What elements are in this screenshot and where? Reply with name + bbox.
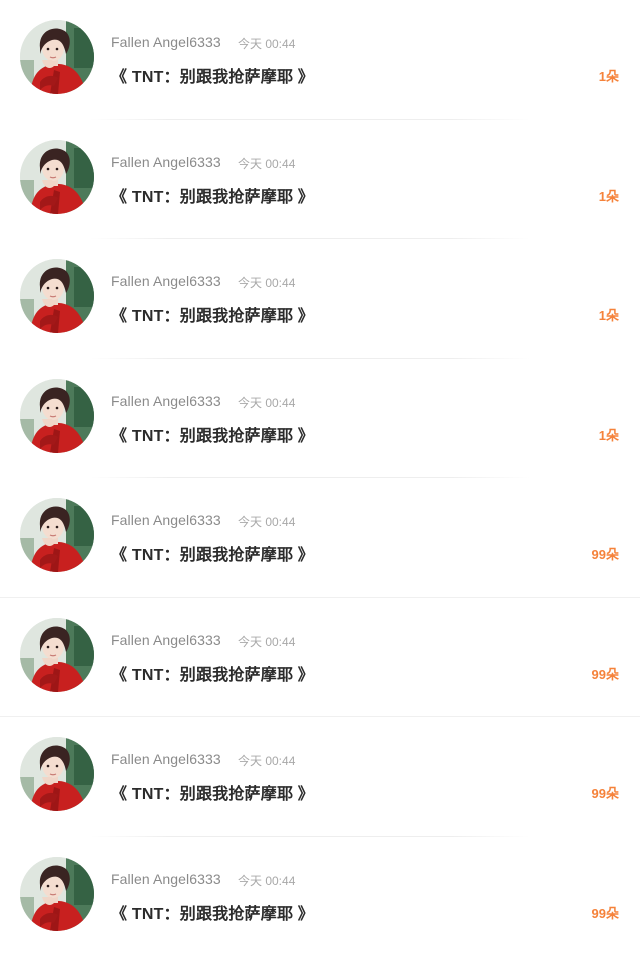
item-title[interactable]: 《 TNT：别跟我抢萨摩耶 》 — [111, 183, 314, 207]
user-avatar-icon[interactable] — [20, 20, 94, 94]
user-avatar-icon[interactable] — [20, 737, 94, 811]
item-title[interactable]: 《 TNT：别跟我抢萨摩耶 》 — [111, 900, 314, 924]
gift-count: 1朵 — [599, 305, 619, 324]
user-avatar-icon[interactable] — [20, 259, 94, 333]
gift-count: 99朵 — [592, 544, 619, 563]
item-title[interactable]: 《 TNT：别跟我抢萨摩耶 》 — [111, 661, 314, 685]
user-avatar-icon[interactable] — [20, 498, 94, 572]
timestamp: 今天 00:44 — [238, 394, 295, 411]
timestamp: 今天 00:44 — [238, 752, 295, 769]
item-title[interactable]: 《 TNT：别跟我抢萨摩耶 》 — [111, 302, 314, 326]
timestamp: 今天 00:44 — [238, 274, 295, 291]
timestamp: 今天 00:44 — [238, 872, 295, 889]
user-avatar-icon[interactable] — [20, 857, 94, 931]
username[interactable]: Fallen Angel6333 — [111, 34, 221, 50]
timestamp: 今天 00:44 — [238, 513, 295, 530]
list-item[interactable]: Fallen Angel6333 今天 00:44 《 TNT：别跟我抢萨摩耶 … — [0, 478, 640, 598]
gift-count: 99朵 — [592, 903, 619, 922]
list-item[interactable]: Fallen Angel6333 今天 00:44 《 TNT：别跟我抢萨摩耶 … — [0, 359, 640, 479]
list-item[interactable]: Fallen Angel6333 今天 00:44 《 TNT：别跟我抢萨摩耶 … — [0, 120, 640, 240]
username[interactable]: Fallen Angel6333 — [111, 632, 221, 648]
item-title[interactable]: 《 TNT：别跟我抢萨摩耶 》 — [111, 422, 314, 446]
list-item[interactable]: Fallen Angel6333 今天 00:44 《 TNT：别跟我抢萨摩耶 … — [0, 837, 640, 956]
username[interactable]: Fallen Angel6333 — [111, 393, 221, 409]
user-avatar-icon[interactable] — [20, 618, 94, 692]
item-title[interactable]: 《 TNT：别跟我抢萨摩耶 》 — [111, 780, 314, 804]
gift-count: 1朵 — [599, 66, 619, 85]
gift-count: 1朵 — [599, 425, 619, 444]
list-item[interactable]: Fallen Angel6333 今天 00:44 《 TNT：别跟我抢萨摩耶 … — [0, 598, 640, 718]
gift-count: 99朵 — [592, 783, 619, 802]
username[interactable]: Fallen Angel6333 — [111, 154, 221, 170]
user-avatar-icon[interactable] — [20, 140, 94, 214]
username[interactable]: Fallen Angel6333 — [111, 751, 221, 767]
item-title[interactable]: 《 TNT：别跟我抢萨摩耶 》 — [111, 541, 314, 565]
user-avatar-icon[interactable] — [20, 379, 94, 453]
username[interactable]: Fallen Angel6333 — [111, 273, 221, 289]
list-item[interactable]: Fallen Angel6333 今天 00:44 《 TNT：别跟我抢萨摩耶 … — [0, 0, 640, 120]
timestamp: 今天 00:44 — [238, 35, 295, 52]
gift-comment-list: Fallen Angel6333 今天 00:44 《 TNT：别跟我抢萨摩耶 … — [0, 0, 640, 953]
item-title[interactable]: 《 TNT：别跟我抢萨摩耶 》 — [111, 63, 314, 87]
gift-count: 1朵 — [599, 186, 619, 205]
timestamp: 今天 00:44 — [238, 155, 295, 172]
gift-count: 99朵 — [592, 664, 619, 683]
list-item[interactable]: Fallen Angel6333 今天 00:44 《 TNT：别跟我抢萨摩耶 … — [0, 239, 640, 359]
username[interactable]: Fallen Angel6333 — [111, 512, 221, 528]
username[interactable]: Fallen Angel6333 — [111, 871, 221, 887]
list-item[interactable]: Fallen Angel6333 今天 00:44 《 TNT：别跟我抢萨摩耶 … — [0, 717, 640, 837]
timestamp: 今天 00:44 — [238, 633, 295, 650]
